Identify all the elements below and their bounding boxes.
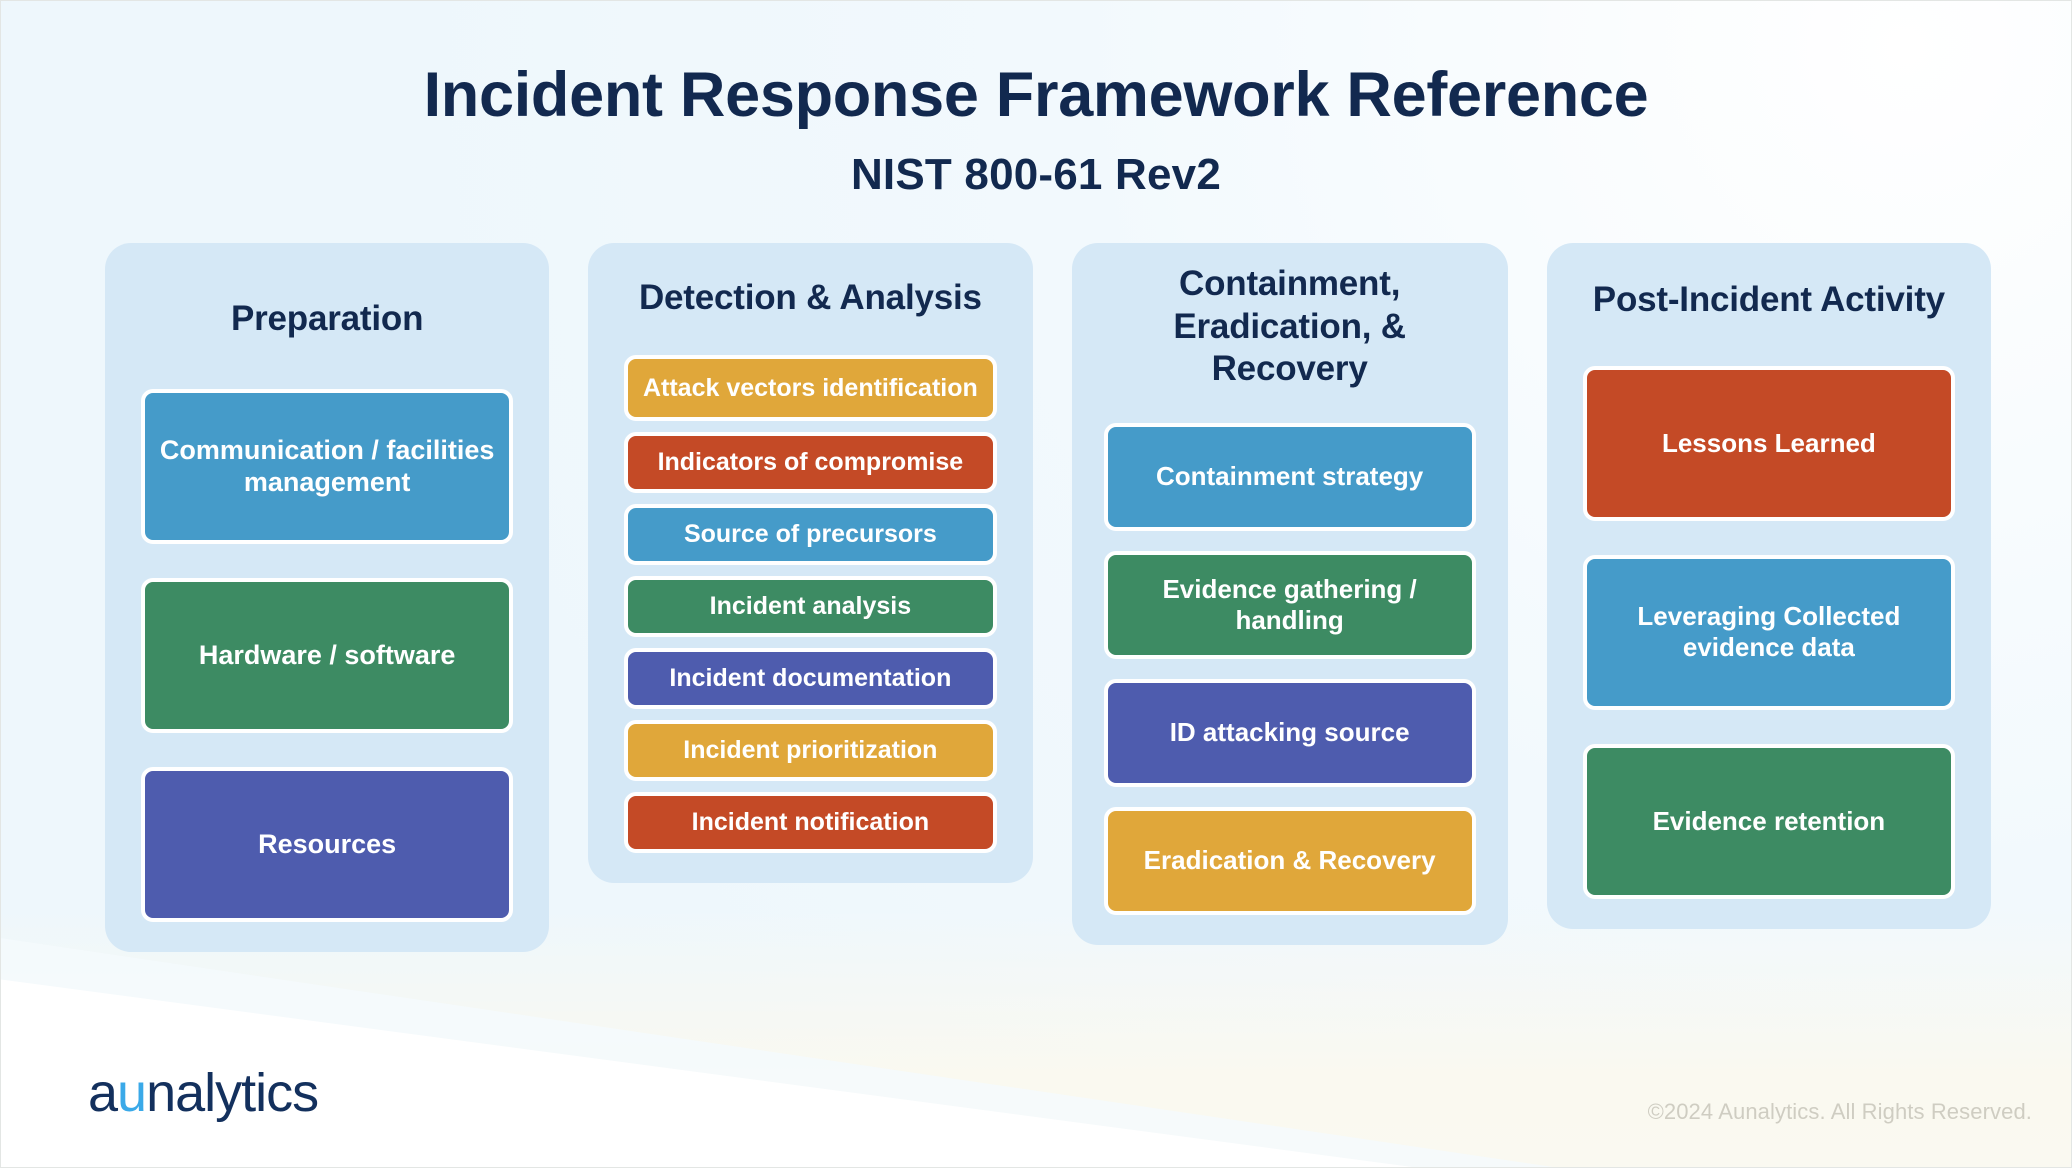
framework-columns: Preparation Communication / facilities ma… (105, 243, 1991, 1059)
phase-card-list: Lessons Learned Leveraging Collected evid… (1582, 365, 1955, 899)
phase-panel-post-incident-activity: Post-Incident Activity Lessons Learned Lev… (1546, 243, 1991, 929)
phase-card-list: Containment strategy Evidence gathering /… (1103, 423, 1476, 916)
phase-card[interactable]: Leveraging Collected evidence data (1582, 554, 1955, 710)
phase-card[interactable]: Incident prioritization (624, 719, 997, 781)
logo-accent-letter: u (117, 1063, 147, 1123)
phase-panel-containment-eradication-recovery: Containment, Eradication, & Recovery Cont… (1071, 243, 1508, 946)
phase-card[interactable]: ID attacking source (1103, 679, 1476, 788)
copyright-text: ©2024 Aunalytics. All Rights Reserved. (1647, 1099, 2032, 1124)
phase-card-list: Attack vectors identification Indicators … (624, 354, 997, 853)
phase-title-containment-eradication-recovery: Containment, Eradication, & Recovery (1173, 264, 1406, 389)
phase-card[interactable]: Containment strategy (1103, 423, 1476, 532)
phase-card[interactable]: Evidence retention (1582, 743, 1955, 899)
phase-card[interactable]: Incident documentation (624, 647, 997, 709)
phase-panel-detection-analysis: Detection & Analysis Attack vectors ident… (588, 243, 1033, 883)
phase-card[interactable]: Incident notification (624, 791, 997, 853)
phase-card[interactable]: Communication / facilities management (141, 388, 514, 544)
phase-card-list: Communication / facilities management Har… (141, 388, 514, 922)
phase-card[interactable]: Incident analysis (624, 575, 997, 637)
phase-title-preparation: Preparation (230, 299, 424, 338)
phase-card[interactable]: Indicators of compromise (624, 431, 997, 493)
page-title: Incident Response Framework Reference (423, 60, 1649, 130)
phase-card[interactable]: Source of precursors (624, 503, 997, 565)
phase-title-detection-analysis: Detection & Analysis (638, 278, 982, 317)
phase-card[interactable]: Evidence gathering / handling (1103, 551, 1476, 660)
phase-card[interactable]: Lessons Learned (1582, 365, 1955, 521)
phase-card[interactable]: Resources (141, 766, 514, 922)
phase-card[interactable]: Hardware / software (141, 577, 514, 733)
logo-suffix: nalytics (146, 1063, 319, 1123)
page-subtitle: NIST 800-61 Rev2 (850, 150, 1222, 200)
phase-title-post-incident-activity: Post-Incident Activity (1592, 280, 1945, 319)
aunalytics-logo: aunalytics (88, 1062, 319, 1124)
phase-card[interactable]: Eradication & Recovery (1103, 807, 1476, 916)
phase-panel-preparation: Preparation Communication / facilities ma… (105, 243, 550, 952)
logo-prefix: a (88, 1063, 118, 1123)
page-header: Incident Response Framework Reference NI… (0, 0, 2072, 200)
page-footer: aunalytics ©2024 Aunalytics. All Rights … (0, 1018, 2072, 1168)
phase-card[interactable]: Attack vectors identification (624, 354, 997, 421)
